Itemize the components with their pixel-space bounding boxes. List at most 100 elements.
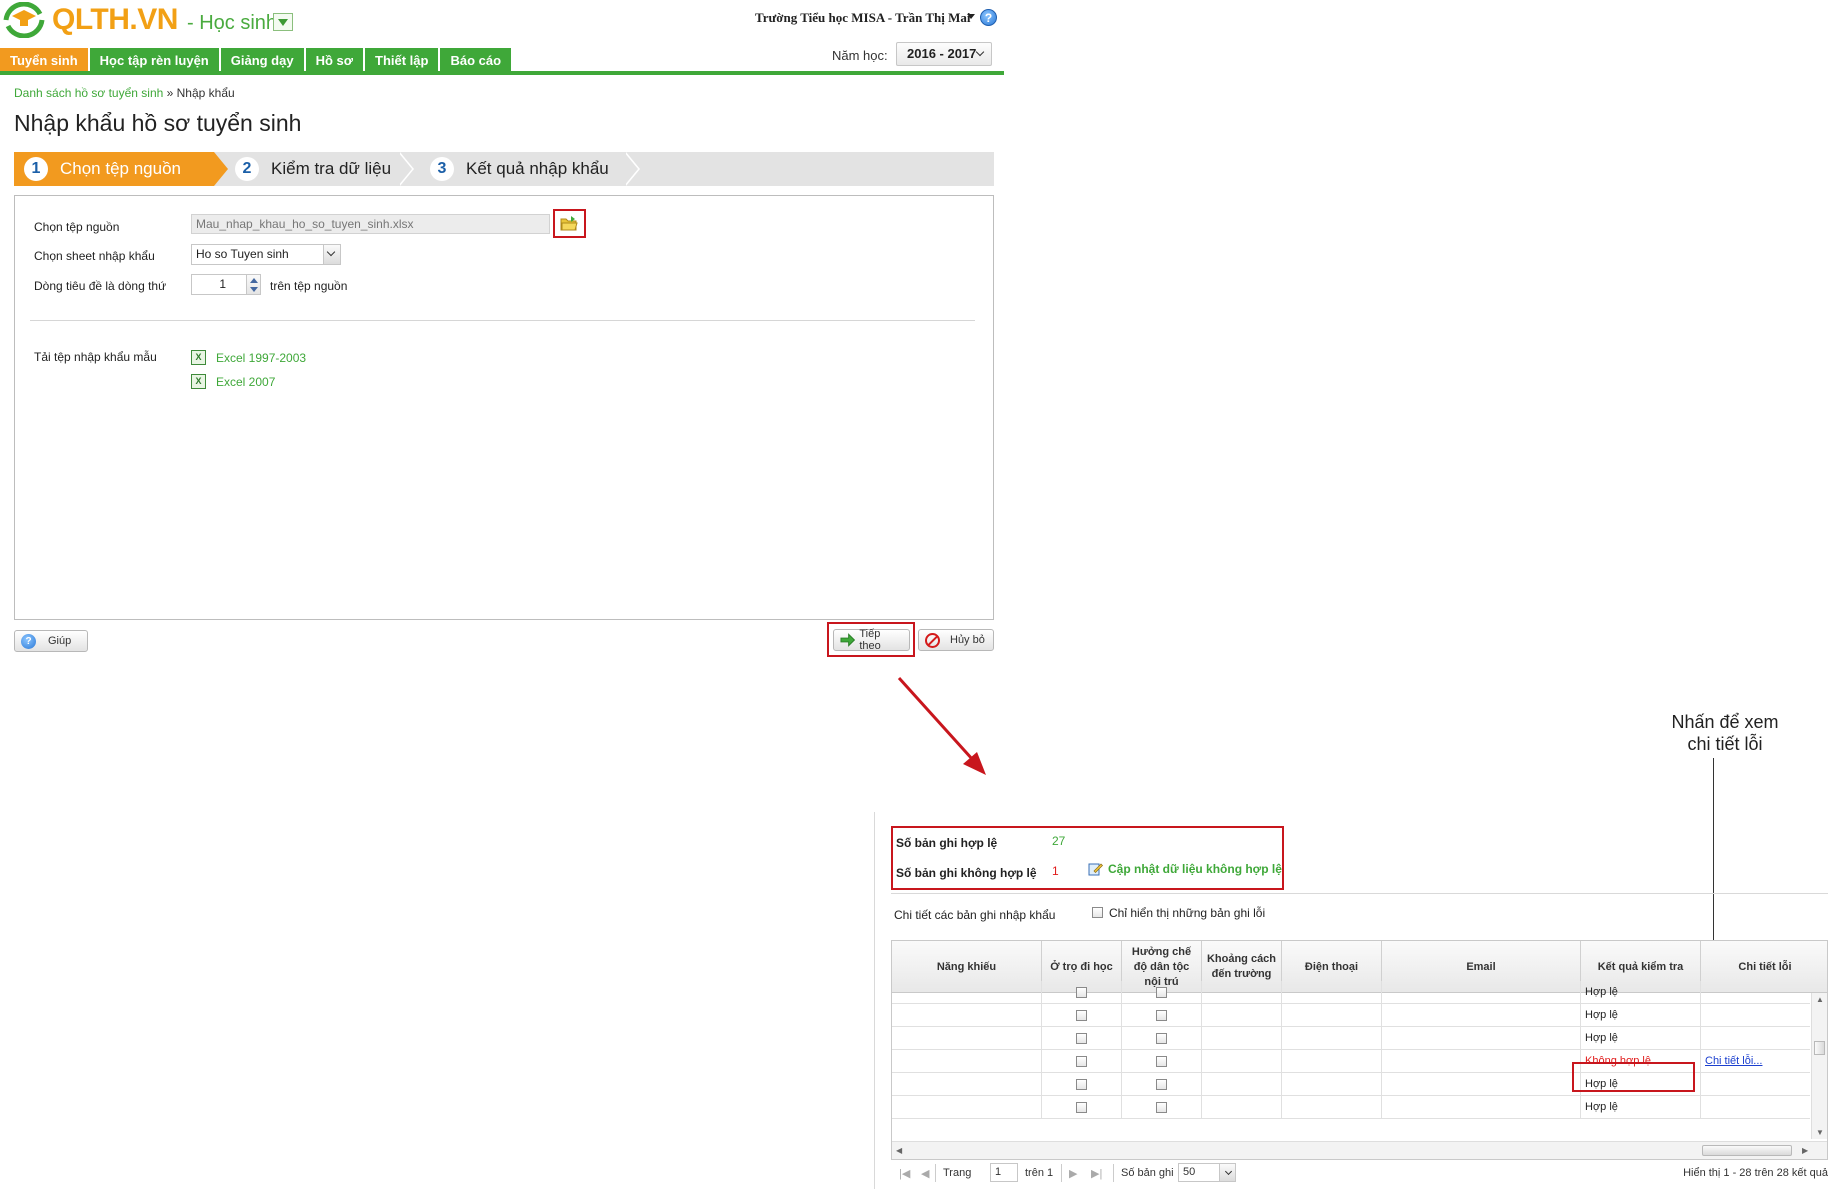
menu-item-thiet-lap[interactable]: Thiết lập bbox=[365, 48, 439, 73]
step-number: 3 bbox=[430, 157, 454, 181]
update-invalid-link[interactable]: Cập nhật dữ liệu không hợp lệ bbox=[1088, 862, 1282, 876]
scroll-thumb[interactable] bbox=[1814, 1041, 1825, 1055]
menu-item-ho-so[interactable]: Hồ sơ bbox=[305, 48, 364, 73]
row-checkbox[interactable] bbox=[1075, 1102, 1087, 1113]
horizontal-scrollbar[interactable]: ◀ ▶ bbox=[892, 1141, 1827, 1159]
row-checkbox[interactable] bbox=[1155, 1079, 1167, 1090]
source-file-input[interactable]: Mau_nhap_khau_ho_so_tuyen_sinh.xlsx bbox=[191, 214, 550, 234]
table-row[interactable]: Hợp lệ bbox=[892, 1027, 1810, 1050]
result-summary: Hiển thị 1 - 28 trên 28 kết quả bbox=[1683, 1167, 1828, 1179]
step-arrow bbox=[624, 152, 638, 186]
template-excel-2003-link[interactable]: Excel 1997-2003 bbox=[216, 351, 306, 365]
row-checkbox[interactable] bbox=[1155, 1010, 1167, 1021]
pager-separator bbox=[1061, 1164, 1062, 1182]
logo-text[interactable]: QLTH.VN bbox=[52, 3, 178, 37]
scroll-right-icon[interactable]: ▶ bbox=[1802, 1146, 1808, 1155]
row-checkbox[interactable] bbox=[1075, 1033, 1087, 1044]
page-count-label: trên 1 bbox=[1025, 1167, 1054, 1179]
template-excel-2007-link[interactable]: Excel 2007 bbox=[216, 375, 275, 389]
table-cell bbox=[1701, 1027, 1827, 1050]
table-cell bbox=[1202, 1096, 1282, 1119]
folder-open-icon[interactable] bbox=[560, 215, 578, 231]
table-cell bbox=[1382, 1027, 1581, 1050]
table-cell bbox=[1282, 1004, 1382, 1027]
table-cell bbox=[1042, 1096, 1122, 1119]
table-cell bbox=[1282, 1027, 1382, 1050]
role-dropdown-button[interactable] bbox=[273, 13, 293, 31]
row-checkbox[interactable] bbox=[1075, 987, 1087, 998]
menu-item-tuyen-sinh[interactable]: Tuyển sinh bbox=[0, 48, 88, 73]
first-page-icon[interactable]: |◀ bbox=[899, 1167, 910, 1180]
scroll-up-icon[interactable]: ▲ bbox=[1816, 995, 1824, 1004]
help-button[interactable]: ? Giúp bbox=[14, 630, 88, 652]
error-detail-link[interactable]: Chi tiết lỗi... bbox=[1701, 1055, 1762, 1067]
cancel-button[interactable]: Hủy bỏ bbox=[918, 629, 994, 651]
last-page-icon[interactable]: ▶| bbox=[1091, 1167, 1102, 1180]
table-cell bbox=[892, 1096, 1042, 1119]
step-label: Kết quả nhập khẩu bbox=[466, 159, 609, 178]
row-checkbox[interactable] bbox=[1075, 1056, 1087, 1067]
table-cell bbox=[1382, 1096, 1581, 1119]
logo-cap-icon bbox=[3, 2, 45, 38]
annotation-arrow bbox=[897, 676, 986, 775]
row-checkbox[interactable] bbox=[1155, 1102, 1167, 1113]
table-cell bbox=[1122, 1096, 1202, 1119]
invalid-count: 1 bbox=[1052, 864, 1059, 878]
sheet-select[interactable]: Ho so Tuyen sinh bbox=[191, 244, 341, 265]
row-checkbox[interactable] bbox=[1155, 1056, 1167, 1067]
table-row[interactable]: Hợp lệ bbox=[892, 1004, 1810, 1027]
wizard-steps: 1 Chọn tệp nguồn 2 Kiểm tra dữ liệu 3 Kế… bbox=[14, 152, 994, 186]
result-cell: Hợp lệ bbox=[1581, 1027, 1701, 1050]
next-page-icon[interactable]: ▶ bbox=[1069, 1167, 1077, 1180]
next-button[interactable]: Tiếp theo bbox=[833, 628, 910, 652]
table-cell bbox=[892, 1027, 1042, 1050]
pager: |◀ ◀ Trang 1 trên 1 ▶ ▶| Số bản ghi 50 H… bbox=[891, 1160, 1828, 1186]
prev-page-icon[interactable]: ◀ bbox=[921, 1167, 929, 1180]
vertical-scrollbar[interactable]: ▲ ▼ bbox=[1811, 993, 1827, 1139]
sheet-dropdown-button[interactable] bbox=[323, 245, 340, 264]
pager-separator bbox=[935, 1164, 936, 1182]
main-menu: Tuyển sinh Học tập rèn luyện Giảng dạy H… bbox=[0, 48, 513, 73]
page-input[interactable]: 1 bbox=[990, 1163, 1018, 1182]
page-size-select[interactable]: 50 bbox=[1178, 1163, 1236, 1182]
errors-only-checkbox[interactable] bbox=[1092, 907, 1103, 918]
source-panel bbox=[14, 195, 994, 620]
table-cell bbox=[1202, 1004, 1282, 1027]
source-file-label: Chọn tệp nguồn bbox=[34, 220, 120, 234]
scroll-thumb[interactable] bbox=[1702, 1145, 1792, 1156]
table-row[interactable]: Hợp lệ bbox=[892, 1096, 1810, 1119]
year-select[interactable]: 2016 - 2017 bbox=[896, 42, 992, 66]
help-button-label: Giúp bbox=[48, 635, 72, 647]
table-cell bbox=[1701, 1004, 1827, 1027]
scroll-left-icon[interactable]: ◀ bbox=[896, 1146, 902, 1155]
step-choose-source[interactable]: 1 Chọn tệp nguồn bbox=[14, 152, 214, 186]
header-row-spinner[interactable] bbox=[246, 274, 261, 295]
next-arrow-icon bbox=[840, 633, 856, 647]
breadcrumb: Danh sách hồ sơ tuyển sinh » Nhập khẩu bbox=[14, 86, 235, 100]
step-check-data[interactable]: 2 Kiểm tra dữ liệu bbox=[229, 152, 391, 186]
import-records-table: Năng khiếu Ở trọ đi học Hưởng chế độ dân… bbox=[891, 940, 1828, 1160]
help-icon[interactable]: ? bbox=[980, 9, 997, 26]
breadcrumb-separator: » bbox=[163, 86, 177, 100]
step-import-result[interactable]: 3 Kết quả nhập khẩu bbox=[430, 152, 609, 186]
user-caret-icon[interactable] bbox=[967, 14, 975, 19]
menu-item-giang-day[interactable]: Giảng dạy bbox=[220, 48, 304, 73]
page-size-label: Số bản ghi bbox=[1121, 1167, 1174, 1179]
row-checkbox[interactable] bbox=[1075, 1010, 1087, 1021]
menu-item-hoc-tap[interactable]: Học tập rèn luyện bbox=[89, 48, 219, 73]
row-checkbox[interactable] bbox=[1075, 1079, 1087, 1090]
school-user-label[interactable]: Trường Tiểu học MISA - Trần Thị Mai bbox=[755, 10, 970, 26]
header-row-input[interactable]: 1 bbox=[191, 274, 247, 295]
result-cell: Hợp lệ bbox=[1581, 1004, 1701, 1027]
table-cell bbox=[1202, 1073, 1282, 1096]
table-row[interactable]: Hợp lệ bbox=[892, 981, 1810, 1004]
menu-item-bao-cao[interactable]: Báo cáo bbox=[440, 48, 512, 73]
breadcrumb-parent-link[interactable]: Danh sách hồ sơ tuyển sinh bbox=[14, 86, 163, 100]
row-checkbox[interactable] bbox=[1155, 1033, 1167, 1044]
scroll-down-icon[interactable]: ▼ bbox=[1816, 1128, 1824, 1137]
table-cell bbox=[1382, 981, 1581, 1004]
table-cell bbox=[1282, 1073, 1382, 1096]
valid-count: 27 bbox=[1052, 834, 1066, 848]
table-cell bbox=[1042, 1050, 1122, 1073]
row-checkbox[interactable] bbox=[1155, 987, 1167, 998]
